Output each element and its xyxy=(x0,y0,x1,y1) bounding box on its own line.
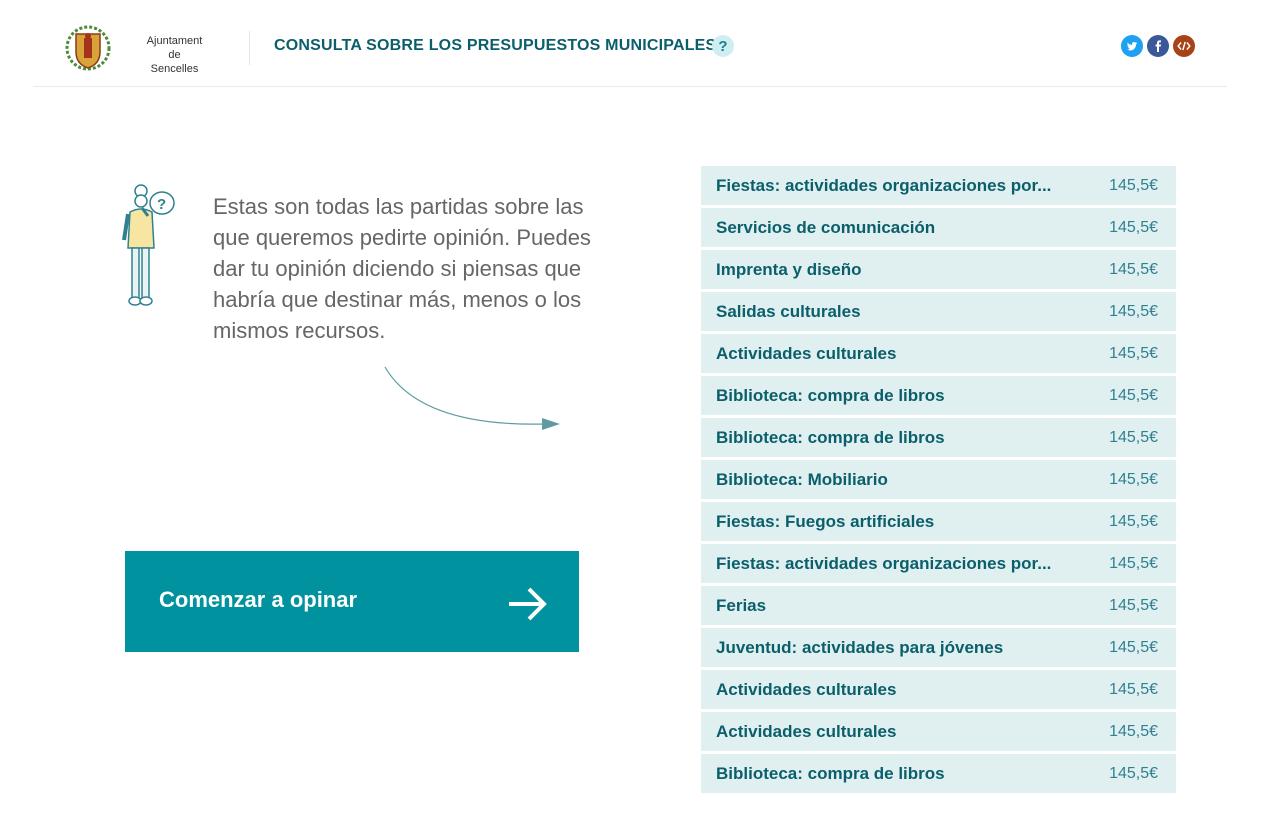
list-item[interactable]: Ferias 145,5€ xyxy=(701,586,1176,625)
item-value: 145,5€ xyxy=(1109,681,1158,698)
list-item[interactable]: Servicios de comunicación 145,5€ xyxy=(701,208,1176,247)
item-value: 145,5€ xyxy=(1109,555,1158,572)
start-opinion-button[interactable]: Comenzar a opinar xyxy=(125,551,579,652)
facebook-share-button[interactable] xyxy=(1147,35,1169,57)
item-label: Fiestas: actividades organizaciones por.… xyxy=(716,176,1052,195)
item-value: 145,5€ xyxy=(1109,429,1158,446)
item-value: 145,5€ xyxy=(1109,765,1158,782)
item-label: Imprenta y diseño xyxy=(716,260,862,279)
header-divider xyxy=(249,31,250,65)
twitter-icon xyxy=(1127,41,1137,51)
list-item[interactable]: Fiestas: actividades organizaciones por.… xyxy=(701,544,1176,583)
list-item[interactable]: Juventud: actividades para jóvenes 145,5€ xyxy=(701,628,1176,667)
svg-text:?: ? xyxy=(157,196,166,213)
budget-items-list: Fiestas: actividades organizaciones por.… xyxy=(701,166,1176,796)
list-item[interactable]: Biblioteca: Mobiliario 145,5€ xyxy=(701,460,1176,499)
item-label: Fiestas: Fuegos artificiales xyxy=(716,512,935,531)
list-item[interactable]: Biblioteca: compra de libros 145,5€ xyxy=(701,754,1176,793)
item-label: Ferias xyxy=(716,596,767,615)
item-label: Servicios de comunicación xyxy=(716,218,936,237)
item-value: 145,5€ xyxy=(1109,345,1158,362)
arrow-right-icon xyxy=(509,587,547,621)
list-item[interactable]: Salidas culturales 145,5€ xyxy=(701,292,1176,331)
code-icon xyxy=(1177,41,1191,51)
item-value: 145,5€ xyxy=(1109,219,1158,236)
list-item[interactable]: Biblioteca: compra de libros 145,5€ xyxy=(701,376,1176,415)
list-item[interactable]: Imprenta y diseño 145,5€ xyxy=(701,250,1176,289)
item-value: 145,5€ xyxy=(1109,177,1158,194)
item-label: Fiestas: actividades organizaciones por.… xyxy=(716,554,1052,573)
item-value: 145,5€ xyxy=(1109,387,1158,404)
header: Ajuntament de Sencelles CONSULTA SOBRE L… xyxy=(33,0,1227,87)
item-value: 145,5€ xyxy=(1109,513,1158,530)
logo[interactable]: Ajuntament de Sencelles xyxy=(64,24,204,75)
embed-button[interactable] xyxy=(1173,35,1195,57)
list-item[interactable]: Biblioteca: compra de libros 145,5€ xyxy=(701,418,1176,457)
item-label: Juventud: actividades para jóvenes xyxy=(716,638,1004,657)
person-thinking-illustration: ? xyxy=(122,184,175,306)
list-item[interactable]: Fiestas: actividades organizaciones por.… xyxy=(701,166,1176,205)
list-item[interactable]: Fiestas: Fuegos artificiales 145,5€ xyxy=(701,502,1176,541)
item-label: Biblioteca: Mobiliario xyxy=(716,470,888,489)
logo-line2: Sencelles xyxy=(150,63,199,75)
start-opinion-label: Comenzar a opinar xyxy=(159,587,358,612)
item-value: 145,5€ xyxy=(1109,303,1158,320)
item-value: 145,5€ xyxy=(1109,261,1158,278)
curved-arrow-icon xyxy=(384,366,560,430)
coat-of-arms-icon xyxy=(65,25,111,71)
list-item[interactable]: Actividades culturales 145,5€ xyxy=(701,334,1176,373)
logo-text: Ajuntament de Sencelles xyxy=(145,34,204,76)
item-value: 145,5€ xyxy=(1109,471,1158,488)
item-value: 145,5€ xyxy=(1109,723,1158,740)
item-label: Salidas culturales xyxy=(716,302,861,321)
item-label: Actividades culturales xyxy=(716,722,897,741)
item-label: Actividades culturales xyxy=(716,680,897,699)
item-value: 145,5€ xyxy=(1109,639,1158,656)
item-label: Biblioteca: compra de libros xyxy=(716,764,945,783)
logo-line1: Ajuntament de xyxy=(146,35,203,61)
help-icon[interactable]: ? xyxy=(712,35,734,57)
list-item[interactable]: Actividades culturales 145,5€ xyxy=(701,712,1176,751)
item-label: Biblioteca: compra de libros xyxy=(716,386,945,405)
item-label: Biblioteca: compra de libros xyxy=(716,428,945,447)
list-item[interactable]: Actividades culturales 145,5€ xyxy=(701,670,1176,709)
item-label: Actividades culturales xyxy=(716,344,897,363)
facebook-icon xyxy=(1155,40,1161,52)
item-value: 145,5€ xyxy=(1109,597,1158,614)
intro-text: Estas son todas las partidas sobre las q… xyxy=(213,194,591,343)
twitter-share-button[interactable] xyxy=(1121,35,1143,57)
page-title: CONSULTA SOBRE LOS PRESUPUESTOS MUNICIPA… xyxy=(274,37,717,54)
